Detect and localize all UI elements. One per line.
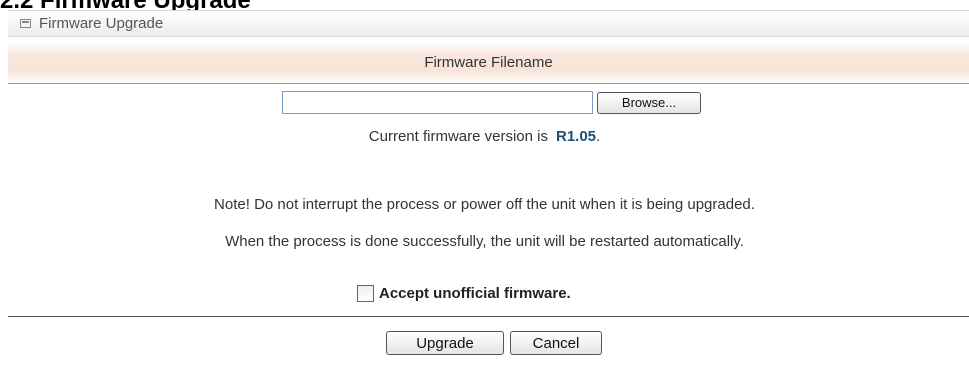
upgrade-button[interactable]: Upgrade bbox=[386, 331, 504, 355]
window-icon bbox=[20, 19, 31, 28]
firmware-version-line: Current firmware version is R1.05. bbox=[0, 128, 969, 145]
panel-title: Firmware Upgrade bbox=[39, 15, 164, 32]
version-prefix: Current firmware version is bbox=[368, 128, 548, 145]
accept-unofficial-checkbox[interactable] bbox=[357, 285, 374, 302]
browse-button[interactable]: Browse... bbox=[597, 91, 701, 114]
file-select-row: Browse... bbox=[282, 91, 701, 114]
accept-unofficial-label[interactable]: Accept unofficial firmware. bbox=[379, 285, 571, 302]
firmware-file-input[interactable] bbox=[282, 91, 593, 114]
version-value: R1.05 bbox=[556, 128, 597, 145]
warning-note: Note! Do not interrupt the process or po… bbox=[214, 196, 755, 213]
panel-title-bar: Firmware Upgrade bbox=[8, 10, 969, 37]
version-suffix: . bbox=[596, 128, 601, 145]
section-header-label: Firmware Filename bbox=[424, 53, 553, 71]
accept-unofficial-row[interactable]: Accept unofficial firmware. bbox=[357, 285, 571, 302]
restart-note: When the process is done successfully, t… bbox=[225, 233, 744, 250]
cancel-button[interactable]: Cancel bbox=[510, 331, 602, 355]
divider bbox=[8, 316, 969, 317]
action-buttons: Upgrade Cancel bbox=[386, 331, 602, 355]
section-header: Firmware Filename bbox=[8, 41, 969, 84]
